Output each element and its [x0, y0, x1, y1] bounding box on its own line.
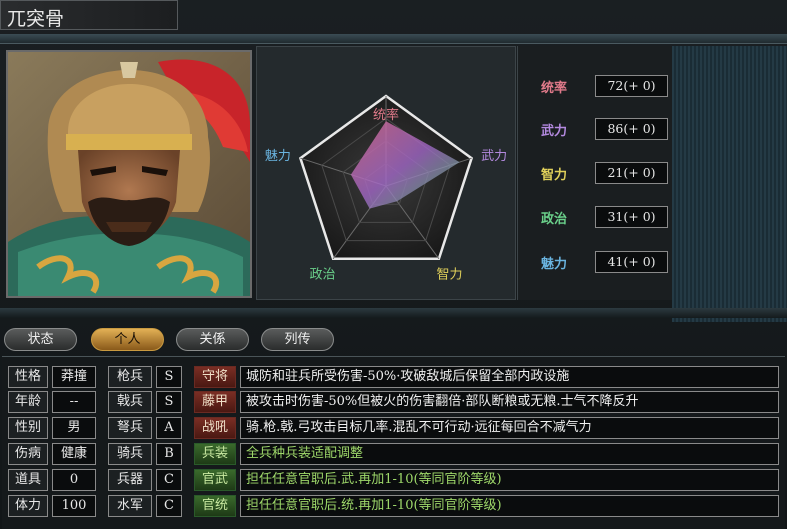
stat-value-meili: 41(+ 0) [595, 251, 668, 273]
stat-label-meili: 魅力 [541, 257, 568, 272]
personal-label-gender: 性别 [8, 417, 48, 439]
personal-value-items: 0 [52, 469, 96, 491]
skill-badge-shoujiang[interactable]: 守将 [194, 366, 236, 388]
aptitude-label-spear: 枪兵 [108, 366, 152, 388]
tab-personal[interactable]: 个人 [91, 328, 164, 351]
personal-label-age: 年龄 [8, 391, 48, 413]
skill-desc-bingzhuang: 全兵种兵装适配调整 [240, 443, 779, 465]
personal-value-gender: 男 [52, 417, 96, 439]
aptitude-label-halberd: 戟兵 [108, 391, 152, 413]
radar-label-tongshuai: 统率 [373, 107, 399, 123]
officer-portrait [6, 50, 252, 298]
stat-row-tongshuai: 统率 72(+ 0) [518, 75, 673, 99]
radar-label-wuli: 武力 [481, 149, 507, 164]
tab-status[interactable]: 状态 [4, 328, 77, 351]
skill-badge-zhanhou[interactable]: 战吼 [194, 417, 236, 439]
skill-badge-bingzhuang[interactable]: 兵装 [194, 443, 236, 465]
officer-detail-screen: 兀突骨 统率 武力 智力 政治 魅力 统率 72(+ 0) 武力 86(+ 0)… [0, 0, 787, 529]
aptitude-value-cavalry: B [156, 443, 182, 465]
aptitude-value-crossbow: A [156, 417, 182, 439]
stat-label-wuli: 武力 [541, 124, 568, 139]
top-divider [0, 34, 787, 44]
personal-value-stamina: 100 [52, 495, 96, 517]
personal-value-injury: 健康 [52, 443, 96, 465]
aptitude-value-spear: S [156, 366, 182, 388]
aptitude-value-navy: C [156, 495, 182, 517]
skill-badge-tengjia[interactable]: 藤甲 [194, 391, 236, 413]
skill-desc-guanwu: 担任任意官职后.武.再加1-10(等同官阶等级) [240, 469, 779, 491]
aptitude-label-crossbow: 弩兵 [108, 417, 152, 439]
stat-row-meili: 魅力 41(+ 0) [518, 251, 673, 275]
stat-value-tongshuai: 72(+ 0) [595, 75, 668, 97]
stat-value-zhili: 21(+ 0) [595, 162, 668, 184]
radar-label-zhili: 智力 [436, 267, 462, 282]
attribute-radar-chart: 统率 武力 智力 政治 魅力 [256, 46, 516, 300]
aptitude-value-halberd: S [156, 391, 182, 413]
personal-label-injury: 伤病 [8, 443, 48, 465]
stats-panel: 统率 72(+ 0) 武力 86(+ 0) 智力 21(+ 0) 政治 31(+… [517, 46, 672, 300]
aptitude-label-siege: 兵器 [108, 469, 152, 491]
radar-label-zhengzhi: 政治 [310, 267, 336, 282]
skill-desc-guantong: 担任任意官职后.统.再加1-10(等同官阶等级) [240, 495, 779, 517]
skill-desc-zhanhou: 骑.枪.戟.弓攻击目标几率.混乱不可行动·远征每回合不减气力 [240, 417, 779, 439]
stat-value-wuli: 86(+ 0) [595, 118, 668, 140]
personal-value-age: -- [52, 391, 96, 413]
aptitude-label-cavalry: 骑兵 [108, 443, 152, 465]
personal-label-stamina: 体力 [8, 495, 48, 517]
stat-row-wuli: 武力 86(+ 0) [518, 118, 673, 142]
portrait-image [8, 52, 250, 296]
personal-label-items: 道具 [8, 469, 48, 491]
decorative-stripe [672, 46, 787, 322]
stat-row-zhili: 智力 21(+ 0) [518, 162, 673, 186]
tab-relations[interactable]: 关係 [176, 328, 249, 351]
stat-label-zhengzhi: 政治 [541, 212, 568, 227]
personal-label-personality: 性格 [8, 366, 48, 388]
radar-label-meili: 魅力 [265, 149, 291, 164]
stat-row-zhengzhi: 政治 31(+ 0) [518, 206, 673, 230]
radar-svg: 统率 武力 智力 政治 魅力 [265, 94, 507, 282]
skill-desc-shoujiang: 城防和驻兵所受伤害-50%·攻破敌城后保留全部内政设施 [240, 366, 779, 388]
skill-badge-guanwu[interactable]: 官武 [194, 469, 236, 491]
mid-divider [0, 308, 787, 318]
aptitude-label-navy: 水军 [108, 495, 152, 517]
personal-value-personality: 莽撞 [52, 366, 96, 388]
skill-badge-guantong[interactable]: 官统 [194, 495, 236, 517]
stat-label-zhili: 智力 [541, 168, 568, 183]
tab-biography[interactable]: 列传 [261, 328, 334, 351]
officer-name-title: 兀突骨 [0, 0, 178, 30]
aptitude-value-siege: C [156, 469, 182, 491]
stat-label-tongshuai: 统率 [541, 81, 568, 96]
skill-desc-tengjia: 被攻击时伤害-50%但被火的伤害翻倍·部队断粮或无粮.士气不降反升 [240, 391, 779, 413]
stat-value-zhengzhi: 31(+ 0) [595, 206, 668, 228]
